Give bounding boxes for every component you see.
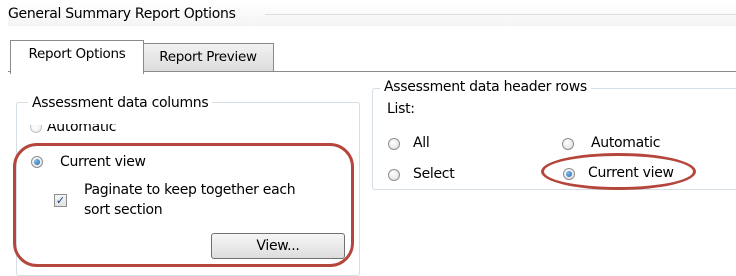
tab-report-preview[interactable]: Report Preview <box>142 43 274 71</box>
radio-automatic-header[interactable] <box>562 138 574 150</box>
assessment-data-columns-legend: Assessment data columns <box>28 94 213 112</box>
radio-select-label: Select <box>413 166 455 182</box>
highlight-oval-columns <box>13 143 354 267</box>
list-label: List: <box>387 101 415 117</box>
radio-automatic-header-label: Automatic <box>591 135 661 151</box>
radio-all-label: All <box>413 135 430 151</box>
highlight-oval-header-rows <box>541 153 696 190</box>
radio-automatic-columns-label: Automatic <box>47 124 117 135</box>
title-separator <box>265 14 736 15</box>
radio-all[interactable] <box>388 138 400 150</box>
radio-select[interactable] <box>388 169 400 181</box>
tab-report-options[interactable]: Report Options <box>10 40 144 74</box>
assessment-data-header-rows-legend: Assessment data header rows <box>380 78 591 96</box>
